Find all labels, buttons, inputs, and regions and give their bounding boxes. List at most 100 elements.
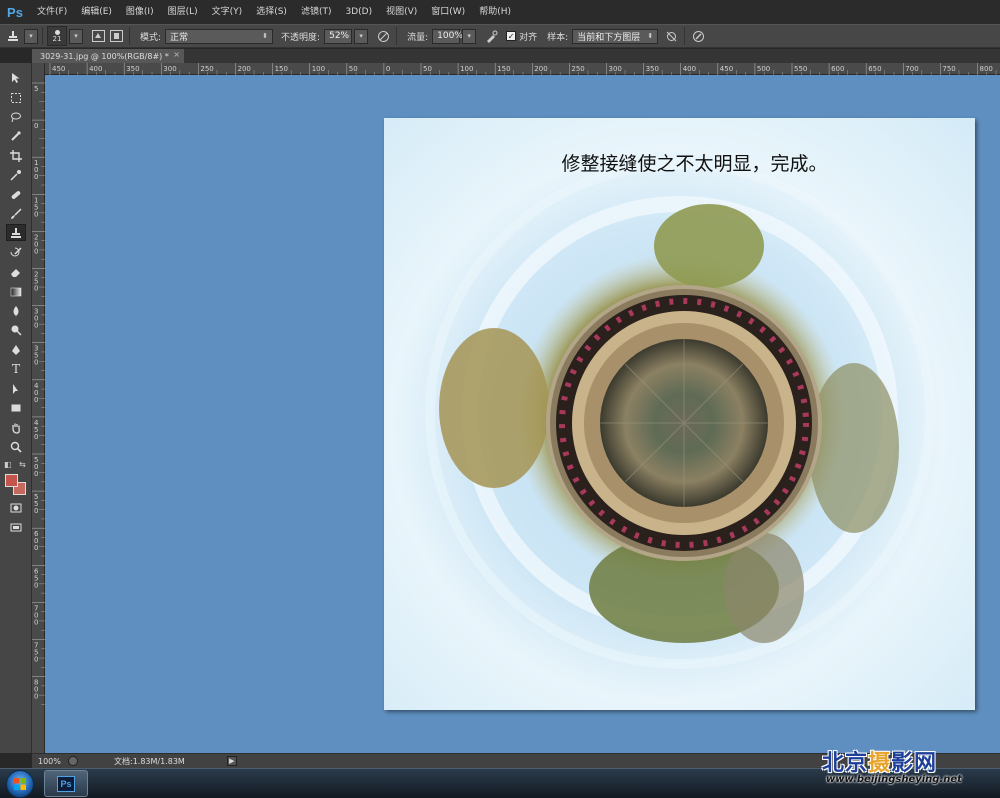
ruler-label: 0: [34, 247, 38, 255]
ruler-label: 0: [34, 581, 38, 589]
ruler-label: 400: [89, 65, 102, 73]
document-size-info: 文档:1.83M/1.83M: [114, 756, 185, 766]
menu-type[interactable]: 文字(Y): [205, 0, 250, 24]
sample-select[interactable]: 当前和下方图层 ⬍: [572, 28, 659, 44]
quick-mask-icon[interactable]: [6, 499, 26, 516]
crop-tool-icon[interactable]: [6, 147, 26, 164]
document-tab[interactable]: 3029-31.jpg @ 100%(RGB/8#) * ×: [32, 49, 184, 63]
align-checkbox[interactable]: ✓: [506, 31, 517, 41]
flow-dropdown[interactable]: ▾: [462, 28, 477, 44]
default-colors-icon[interactable]: ◧: [4, 460, 12, 469]
menu-filter[interactable]: 滤镜(T): [294, 0, 339, 24]
lasso-tool-icon[interactable]: [6, 108, 26, 125]
chevron-down-icon: ⬍: [262, 32, 269, 40]
close-icon[interactable]: ×: [173, 50, 180, 59]
divider: [42, 27, 43, 45]
brush-panel-icon[interactable]: [89, 27, 107, 45]
vertical-ruler[interactable]: 5010015020025030035040045050055060065070…: [32, 75, 45, 753]
start-button[interactable]: [6, 770, 34, 798]
history-brush-tool-icon[interactable]: [6, 244, 26, 261]
tool-preset-dropdown[interactable]: ▾: [24, 28, 38, 44]
ruler-label: 50: [423, 65, 432, 73]
rectangle-tool-icon[interactable]: [6, 399, 26, 416]
opacity-value: 52%: [329, 31, 350, 41]
mode-value: 正常: [170, 32, 189, 43]
menu-view[interactable]: 视图(V): [379, 0, 424, 24]
eraser-tool-icon[interactable]: [6, 263, 26, 280]
clone-source-icon[interactable]: [107, 27, 125, 45]
menu-3d[interactable]: 3D(D): [338, 0, 379, 24]
watermark-title-a: 北京: [822, 751, 869, 776]
sample-value: 当前和下方图层: [577, 32, 641, 43]
ruler-label: 0: [34, 122, 38, 130]
ruler-label: 350: [126, 65, 139, 73]
ruler-label: 750: [942, 65, 955, 73]
clone-stamp-tool-icon[interactable]: [6, 224, 26, 241]
swap-colors-icon[interactable]: ⇆: [19, 460, 26, 469]
ruler-label: 500: [757, 65, 770, 73]
menu-file[interactable]: 文件(F): [30, 0, 74, 24]
sample-label: 样本:: [547, 32, 569, 43]
opacity-field[interactable]: 52%: [324, 28, 353, 44]
menu-select[interactable]: 选择(S): [249, 0, 294, 24]
ruler-label: 250: [571, 65, 584, 73]
document-canvas[interactable]: 修整接缝使之不太明显，完成。: [384, 118, 975, 710]
pressure-opacity-icon[interactable]: [374, 27, 392, 45]
healing-brush-tool-icon[interactable]: [6, 186, 26, 203]
document-tab-title: 3029-31.jpg @ 100%(RGB/8#) *: [40, 51, 169, 61]
pen-tool-icon[interactable]: [6, 341, 26, 358]
ruler-label: 0: [34, 470, 38, 478]
clone-stamp-icon[interactable]: [4, 27, 22, 45]
photoshop-logo: Ps: [7, 4, 23, 20]
menu-image[interactable]: 图像(I): [119, 0, 161, 24]
taskbar-photoshop-button[interactable]: Ps: [44, 770, 88, 797]
path-select-tool-icon[interactable]: [6, 380, 26, 397]
ruler-label: 400: [683, 65, 696, 73]
mode-select[interactable]: 正常 ⬍: [165, 28, 274, 44]
opacity-dropdown[interactable]: ▾: [354, 28, 369, 44]
marquee-tool-icon[interactable]: [6, 89, 26, 106]
ruler-label: 0: [386, 65, 390, 73]
move-tool-icon[interactable]: [6, 69, 26, 86]
type-tool-icon[interactable]: T: [6, 360, 26, 377]
brush-preset-picker[interactable]: 21: [47, 26, 67, 46]
ruler-label: 800: [980, 65, 993, 73]
zoom-level[interactable]: 100%: [38, 757, 68, 766]
gradient-tool-icon[interactable]: [6, 283, 26, 300]
canvas-caption: 修整接缝使之不太明显，完成。: [561, 153, 828, 175]
menu-layer[interactable]: 图层(L): [161, 0, 205, 24]
screen-mode-icon[interactable]: [6, 519, 26, 536]
dodge-tool-icon[interactable]: [6, 321, 26, 338]
ruler-label: 200: [534, 65, 547, 73]
ignore-adjustment-layers-icon[interactable]: [662, 27, 680, 45]
blur-tool-icon[interactable]: [6, 302, 26, 319]
quick-select-tool-icon[interactable]: [6, 127, 26, 144]
eyedropper-tool-icon[interactable]: [6, 166, 26, 183]
ruler-label: 350: [646, 65, 659, 73]
watermark-title-b: 摄: [868, 751, 892, 776]
status-menu-arrow[interactable]: ▶: [226, 756, 237, 766]
ruler-label: 0: [34, 693, 38, 701]
menu-edit[interactable]: 编辑(E): [74, 0, 119, 24]
ruler-label: 0: [34, 173, 38, 181]
zoom-tool-icon[interactable]: [6, 438, 26, 455]
brush-tool-icon[interactable]: [6, 205, 26, 222]
canvas-area[interactable]: 修整接缝使之不太明显，完成。: [45, 75, 1000, 753]
foreground-color-swatch[interactable]: [5, 474, 18, 487]
hand-tool-icon[interactable]: [6, 419, 26, 436]
ruler-label: 0: [34, 210, 38, 218]
brush-preset-dropdown[interactable]: ▾: [69, 28, 83, 44]
ruler-label: 100: [312, 65, 325, 73]
ruler-label: 200: [238, 65, 251, 73]
menu-help[interactable]: 帮助(H): [472, 0, 518, 24]
windows-logo-icon: [14, 778, 26, 790]
airbrush-icon[interactable]: [482, 27, 500, 45]
horizontal-ruler[interactable]: 450 400 350 300 250 200 150 100 50 0 50 100 150 200 25…: [45, 63, 1000, 75]
pressure-size-icon[interactable]: [689, 27, 707, 45]
ruler-label: 50: [349, 65, 358, 73]
flow-field[interactable]: 100%: [432, 28, 463, 44]
ruler-label: 0: [34, 285, 38, 293]
menu-window[interactable]: 窗口(W): [424, 0, 472, 24]
divider: [396, 27, 398, 45]
ruler-corner: [32, 63, 45, 75]
